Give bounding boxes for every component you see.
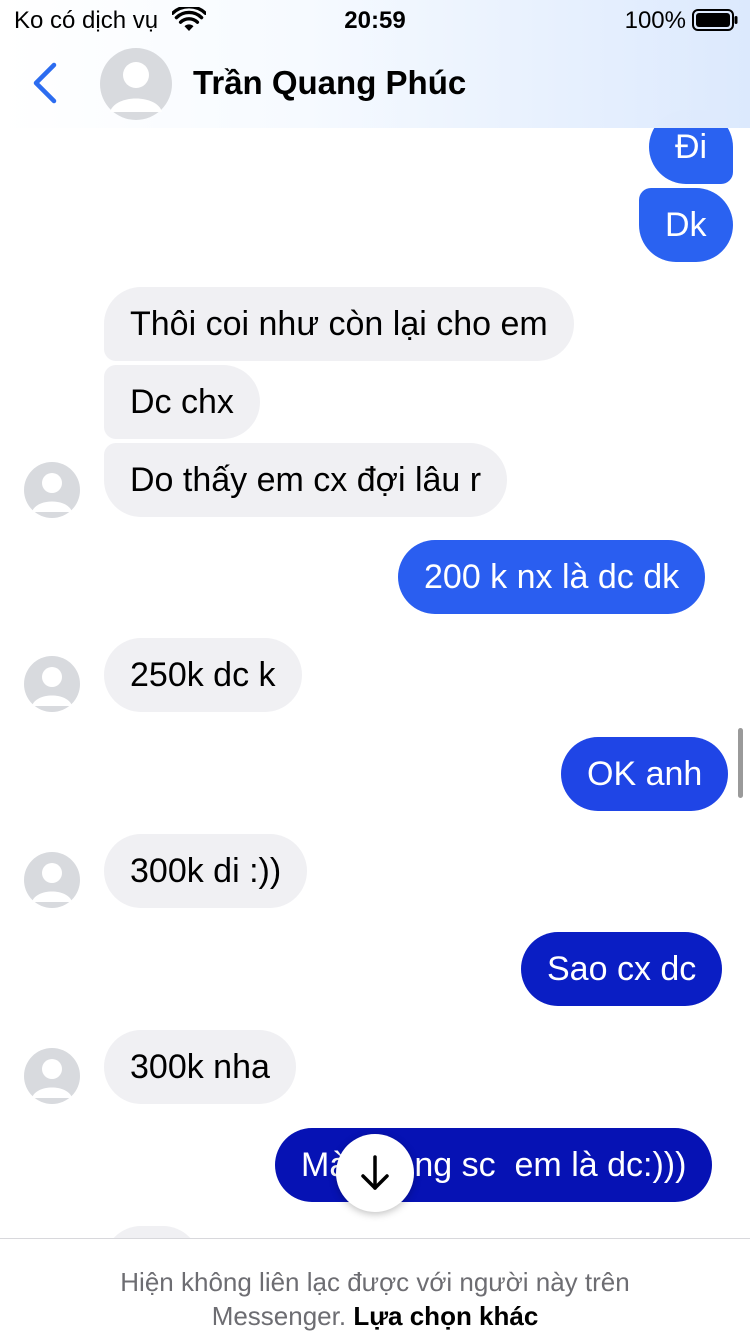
message-bubble-outgoing[interactable]: Dk (639, 188, 733, 262)
contact-avatar-icon[interactable] (24, 1048, 80, 1104)
battery-icon (692, 9, 738, 31)
partial-message-bubble-incoming (104, 1226, 200, 1238)
chevron-left-icon[interactable] (30, 62, 60, 104)
message-bubble-outgoing[interactable]: OK anh (561, 737, 729, 811)
notice-text-prefix: Messenger. (211, 1301, 354, 1331)
message-bubble-incoming[interactable]: Dc chx (104, 365, 260, 439)
notice-text: Hiện không liên lạc được với người này t… (120, 1267, 630, 1297)
message-bubble-incoming[interactable]: Thôi coi như còn lại cho em (104, 287, 574, 361)
message-bubble-incoming[interactable]: Do thấy em cx đợi lâu r (104, 443, 508, 517)
scroll-to-bottom-button[interactable] (336, 1134, 414, 1212)
contact-avatar-icon[interactable] (24, 656, 80, 712)
chat-screen: Đi Dk Thôi coi như còn lại cho em Dc chx… (0, 0, 750, 1334)
arrow-down-icon (361, 1155, 389, 1190)
contact-avatar-icon[interactable] (24, 462, 80, 518)
scrollbar[interactable] (738, 728, 743, 798)
other-options-link[interactable]: Lựa chọn khác (353, 1301, 538, 1331)
message-bubble-incoming[interactable]: 300k di :)) (104, 834, 308, 908)
status-bar: Ko có dịch vụ 20:59 100% (0, 0, 750, 40)
message-bubble-outgoing[interactable]: 200 k nx là dc dk (398, 540, 706, 614)
contact-avatar-icon[interactable] (100, 48, 172, 120)
message-bubble-incoming[interactable]: 300k nha (104, 1030, 296, 1104)
contact-avatar-icon[interactable] (24, 852, 80, 908)
message-list[interactable]: Đi Dk Thôi coi như còn lại cho em Dc chx… (0, 0, 750, 1238)
unavailable-notice: Hiện không liên lạc được với người này t… (0, 1238, 750, 1334)
battery-percentage: 100% (624, 7, 686, 34)
contact-name[interactable]: Trần Quang Phúc (193, 64, 466, 102)
message-bubble-incoming[interactable]: 250k dc k (104, 638, 302, 712)
notice-text-line2: Messenger. Lựa chọn khác (0, 1301, 750, 1332)
message-bubble-outgoing[interactable]: Sao cx dc (521, 932, 723, 1006)
